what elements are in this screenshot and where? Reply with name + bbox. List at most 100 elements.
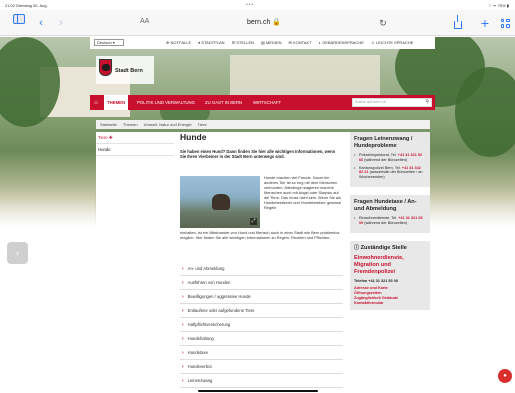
sidebar-toggle-icon[interactable] [12,14,26,29]
chevron-right-icon[interactable]: › [7,242,28,264]
accordion-item[interactable]: › An- und Abmeldung [180,262,343,276]
main-navigation: ⌂ THEMEN POLITIK UND VERWALTUNG ZU GAST … [90,95,435,110]
chevron-right-icon: › [182,279,184,286]
contact-box-leash: Fragen Leinenzwang / Hundeprobleme Poliz… [350,132,430,187]
accordion-item-label: Hundehaltung [187,335,214,341]
language-select[interactable]: Deutsch ▾ [94,39,124,46]
accordion-item-label: An- und Abmeldung [187,265,225,271]
accordion-item[interactable]: › Leinenzwang [180,374,343,388]
accordion-item-label: Haftpflichtversicherung [187,321,231,327]
main-content: Hunde Sie haben einen Hund? Dann finden … [180,132,343,388]
accordion-item[interactable]: › Bewilligungen / aggressive Hunde [180,290,343,304]
accordion-item-label: Entlaufene oder aufgefundene Tiere [187,307,255,313]
contact-item: Polizeiinspektorat, Tel. +41 31 321 52 6… [354,153,426,163]
accordion-item[interactable]: › Hundetaxe [180,346,343,360]
system-indicators: ⌔ ᯤ 75% ▮ [488,3,509,8]
home-icon[interactable]: ⌂ [90,95,102,110]
contact-item: Kantonspolizei Bern, Tel. +41 31 342 82 … [354,166,426,180]
meta-links: ⊕ NOTFÄLLE ♦ STADTPLAN ☰ STELLEN ▤ MEDIE… [166,40,413,45]
new-tab-icon[interactable]: + [479,16,491,30]
accordion-item[interactable]: › Haftpflichtversicherung [180,318,343,332]
back-icon[interactable]: ‹ [36,17,46,29]
contact-box-title: Fragen Leinenzwang / Hundeprobleme [354,136,413,149]
chevron-right-icon: › [182,307,184,314]
dog-photo[interactable]: ⤢ [180,176,260,228]
meta-link-sign-language[interactable]: ◗ GEBÄRDENSPRACHE [319,40,364,45]
breadcrumb-item[interactable]: Themen [123,120,138,129]
breadcrumb: Startseite Themen Umwelt, Natur und Ener… [96,120,430,129]
responsible-office-box: ⓘ Zuständige Stelle Einwohnerdienste, Mi… [350,240,430,310]
leftnav-current[interactable]: Hunde [96,144,174,156]
body-text-beside-photo: Hunde machen viel Freude. Kaum ein ander… [264,175,341,210]
body-text: einhalten, ist ein Miteinander von Hund … [180,230,340,240]
share-icon[interactable] [452,14,464,29]
intro-text: Sie haben einen Hund? Dann finden Sie hi… [180,149,336,159]
chevron-right-icon: › [182,363,184,370]
address-bar[interactable]: bern.ch 🔒 [247,18,281,26]
chevron-right-icon: › [182,265,184,272]
reload-icon[interactable]: ↻ [378,17,388,29]
office-link[interactable]: Kontaktformular [354,301,426,306]
tabs-overview-icon[interactable] [499,17,511,29]
office-phone[interactable]: Telefon +41 31 321 53 00 [354,279,426,284]
meta-link-emergency[interactable]: ⊕ NOTFÄLLE [166,40,191,45]
info-icon: ⓘ [354,244,360,251]
search-placeholder: Suche auf bern.ch [355,100,386,104]
meta-bar: Deutsch ▾ ⊕ NOTFÄLLE ♦ STADTPLAN ☰ STELL… [90,37,435,49]
meta-link-media[interactable]: ▤ MEDIEN [261,40,281,45]
chevron-right-icon: › [182,377,184,384]
nav-item-politik[interactable]: POLITIK UND VERWALTUNG [134,95,198,110]
accordion-item[interactable]: › Entlaufene oder aufgefundene Tiere [180,304,343,318]
accordion-item-label: Ausführen von Hunden [187,279,231,285]
chevron-right-icon: › [182,349,184,356]
page-fade-right [430,187,515,387]
expand-icon[interactable]: ⤢ [250,218,257,225]
office-name[interactable]: Einwohnerdienste, Migration und Fremdenp… [354,255,426,276]
left-navigation: Tiere ✚ Hunde [96,132,174,156]
accordion-item-label: Hundetaxe [187,349,208,355]
chevron-right-icon: › [182,335,184,342]
home-indicator[interactable] [198,390,318,392]
breadcrumb-item[interactable]: Umwelt, Natur und Energie [144,120,192,129]
bern-crest-icon [99,59,112,76]
record-icon[interactable]: ● [498,369,512,383]
multitasking-dots[interactable]: ••• [246,2,254,8]
chevron-right-icon: › [182,293,184,300]
breadcrumb-item[interactable]: Tiere [198,120,207,129]
nav-item-zu-gast[interactable]: ZU GAST IN BERN [202,95,245,110]
nav-item-wirtschaft[interactable]: WIRTSCHAFT [250,95,284,110]
leftnav-parent-link[interactable]: Tiere ✚ [96,132,174,144]
chevron-right-icon: › [182,321,184,328]
page-title: Hunde [180,132,207,142]
meta-link-easy-language[interactable]: ☺ LEICHTE SPRACHE [371,40,414,45]
meta-link-jobs[interactable]: ☰ STELLEN [232,40,254,45]
accordion-item-label: Hundeverbot [187,363,212,369]
contact-box-title: ⓘ Zuständige Stelle [354,244,407,251]
browser-toolbar: ‹ › AA bern.ch 🔒 ↻ + [0,10,515,36]
page-fade-left [0,187,95,387]
status-bar: 21:02 Dienstag 30. Aug. ••• ⌔ ᯤ 75% ▮ [0,0,515,10]
contact-box-title: Fragen Hundetaxe / An- und Abmeldung [354,198,417,212]
logo-text: Stadt Bern [115,68,143,74]
nav-item-themen[interactable]: THEMEN [104,95,129,110]
text-size-button[interactable]: AA [140,18,149,25]
accordion-item-label: Leinenzwang [187,377,213,383]
accordion-item-label: Bewilligungen / aggressive Hunde [187,293,251,299]
accordion-item[interactable]: › Hundehaltung [180,332,343,346]
meta-link-map[interactable]: ♦ STADTPLAN [198,40,224,45]
search-icon[interactable]: ⚲ [425,99,429,106]
meta-link-contact[interactable]: ✉ KONTAKT [289,40,312,45]
forward-icon[interactable]: › [56,17,66,29]
breadcrumb-item[interactable]: Startseite [100,120,117,129]
status-time: 21:02 Dienstag 30. Aug. [5,3,48,8]
contact-box-tax: Fragen Hundetaxe / An- und Abmeldung Ein… [350,194,430,233]
content-card: Tiere ✚ Hunde Hunde Sie haben einen Hund… [96,132,430,393]
sidebar-boxes: Fragen Leinenzwang / Hundeprobleme Poliz… [350,132,430,318]
site-logo[interactable]: Stadt Bern [96,56,154,84]
accordion-list: › An- und Abmeldung › Ausführen von Hunden… [180,262,343,388]
accordion-item[interactable]: › Ausführen von Hunden [180,276,343,290]
web-page: Deutsch ▾ ⊕ NOTFÄLLE ♦ STADTPLAN ☰ STELL… [0,37,515,393]
site-search-input[interactable]: Suche auf bern.ch ⚲ [352,98,432,107]
accordion-item[interactable]: › Hundeverbot [180,360,343,374]
contact-item: Einwohnerdienste, Tel. +41 31 321 53 00 … [354,216,426,226]
